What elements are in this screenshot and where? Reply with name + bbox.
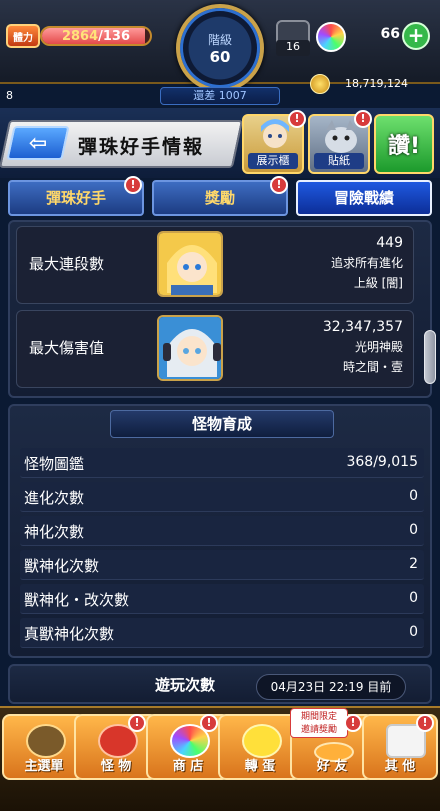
page-header: ⇦ 彈珠好手情報 展示櫃 ! 貼紙 ! 讚! — [0, 108, 440, 178]
rank-exp-remaining: 還差 1007 — [160, 87, 280, 105]
stat-label: 進化次數 — [24, 489, 85, 507]
achievement-row[interactable]: 最大連段數 449 追求所有進化 上級 [闇] — [16, 226, 414, 304]
achievement-row[interactable]: 最大傷害值 32,347,357 光明神殿 時之間・壹 — [16, 310, 414, 388]
monster-avatar[interactable] — [157, 315, 223, 381]
home-icon — [26, 724, 66, 758]
rank-value: 60 — [209, 47, 231, 66]
tab-rewards-label: 獎勵 — [204, 189, 235, 207]
stat-row: 真獸神化次數 0 — [20, 618, 424, 648]
tab-player-label: 彈珠好手 — [45, 189, 106, 207]
nav-label: 商 店 — [172, 759, 204, 774]
limited-invite-badge: 期間限定 邀請獎勵 — [290, 708, 348, 738]
back-arrow-icon: ⇦ — [28, 130, 48, 156]
coin-count: 18,719,124 — [345, 77, 408, 90]
nav-label: 主選單 — [24, 759, 64, 774]
stamina-current: 2864 — [61, 29, 99, 44]
sticker-label: 貼紙 — [314, 153, 364, 169]
stat-value: 2 — [409, 556, 418, 572]
max-damage-value: 32,347,357 — [322, 319, 403, 335]
other-notice-icon: ! — [416, 714, 434, 732]
add-orb-button[interactable]: + — [402, 22, 430, 50]
stat-row: 怪物圖鑑 368/9,015 — [20, 448, 424, 478]
page-title: 彈珠好手情報 — [78, 136, 205, 158]
stat-row: 獸神化・改次數 0 — [20, 584, 424, 614]
monster-avatar[interactable] — [157, 231, 223, 297]
achievement-detail: 449 追求所有進化 上級 [闇] — [331, 233, 403, 293]
limited-badge-line2: 邀請獎勵 — [300, 725, 337, 735]
tab-adventure-record[interactable]: 冒險戰績 — [296, 180, 432, 216]
scrollbar[interactable] — [424, 330, 436, 384]
stamina-bar[interactable]: 2864/136 — [40, 26, 152, 46]
stat-label: 真獸神化次數 — [24, 625, 115, 643]
monster-growth-panel: 怪物育成 怪物圖鑑 368/9,015 進化次數 0 神化次數 0 獸神化次數 … — [8, 404, 432, 658]
stat-label: 怪物圖鑑 — [24, 455, 85, 473]
showcase-button[interactable]: 展示櫃 ! — [242, 110, 306, 174]
nav-label: 其 他 — [384, 759, 416, 774]
nav-label: 怪 物 — [100, 759, 132, 774]
section-title: 怪物育成 — [110, 410, 334, 438]
showcase-notice-icon: ! — [288, 110, 306, 128]
gacha-icon — [242, 724, 282, 758]
quest-name: 追求所有進化 — [330, 256, 403, 270]
back-button[interactable]: ⇦ — [6, 126, 70, 160]
stat-value: 0 — [409, 488, 418, 504]
tab-adventure-label: 冒險戰績 — [333, 189, 394, 207]
quest-difficulty: 上級 [闇] — [353, 276, 403, 290]
max-combo-value: 449 — [376, 235, 403, 251]
achievement-panel: 最大連段數 449 追求所有進化 上級 [闇] 最大傷害值 32,347,357… — [8, 220, 432, 398]
tab-player-notice-icon: ! — [124, 176, 142, 194]
orb-icon — [316, 22, 346, 52]
achievement-label: 最大連段數 — [29, 255, 105, 273]
tab-rewards-notice-icon: ! — [270, 176, 288, 194]
limited-badge-line1: 期間限定 — [300, 712, 337, 722]
stat-label: 神化次數 — [24, 523, 85, 541]
shop-notice-icon: ! — [200, 714, 218, 732]
sticker-button[interactable]: 貼紙 ! — [308, 110, 372, 174]
play-count-panel: 遊玩次數 04月23日 22:19 目前 — [8, 664, 432, 704]
monster-notice-icon: ! — [128, 714, 146, 732]
blonde-character-icon — [159, 233, 221, 295]
tab-bar: 彈珠好手 ! 獎勵 ! 冒險戰績 — [8, 176, 432, 216]
stat-row: 進化次數 0 — [20, 482, 424, 512]
stat-label: 獸神化次數 — [24, 557, 100, 575]
bottom-nav: 主選單 怪 物 ! 商 店 ! 轉 蛋 好 友 期間限定 邀請獎勵 ! 其 他 … — [0, 706, 440, 811]
stat-value: 368/9,015 — [346, 454, 418, 470]
nav-label: 好 友 — [316, 759, 348, 774]
stat-value: 0 — [409, 590, 418, 606]
record-date: 04月23日 22:19 目前 — [256, 674, 406, 700]
quest-name: 光明神殿 — [354, 340, 403, 354]
coin-icon — [310, 74, 330, 94]
stat-value: 0 — [409, 624, 418, 640]
achievement-detail: 32,347,357 光明神殿 時之間・壹 — [323, 317, 403, 377]
rank-label: 階級 — [207, 32, 232, 47]
left-level-value: 8 — [6, 89, 13, 102]
section-title: 遊玩次數 — [154, 676, 215, 694]
stat-row: 神化次數 0 — [20, 516, 424, 546]
silver-character-icon — [159, 317, 221, 379]
sticker-notice-icon: ! — [354, 110, 372, 128]
showcase-label: 展示櫃 — [248, 153, 298, 169]
friends-notice-icon: ! — [344, 714, 362, 732]
like-button[interactable]: 讚! — [374, 114, 434, 174]
stat-value: 0 — [409, 522, 418, 538]
stamina-max: /136 — [98, 29, 131, 44]
tab-rewards[interactable]: 獎勵 — [152, 180, 288, 216]
nav-label: 轉 蛋 — [244, 759, 276, 774]
stat-label: 獸神化・改次數 — [24, 591, 130, 609]
stat-row: 獸神化次數 2 — [20, 550, 424, 580]
achievement-label: 最大傷害值 — [29, 339, 105, 357]
stamina-icon: 體力 — [6, 24, 40, 48]
box-count: 16 — [276, 40, 310, 56]
like-label: 讚! — [387, 134, 421, 159]
quest-difficulty: 時之間・壹 — [342, 360, 403, 374]
orb-count: 66 — [380, 26, 400, 42]
rank-badge[interactable]: 階級 60 — [176, 4, 264, 92]
